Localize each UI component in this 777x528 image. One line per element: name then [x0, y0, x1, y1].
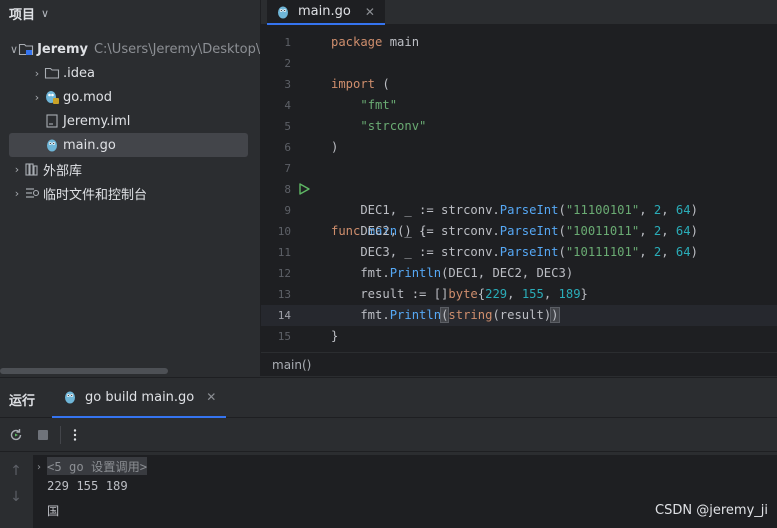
- gomod-icon: [44, 89, 60, 105]
- code-line: 5 "strconv": [261, 116, 777, 137]
- run-gutter-icon[interactable]: [297, 182, 311, 196]
- close-icon[interactable]: ✕: [206, 390, 216, 404]
- arrow-down-icon[interactable]: ↓: [9, 489, 23, 505]
- more-options-icon[interactable]: [66, 426, 84, 444]
- code-editor: main.go ✕ 1 package main 2 3 import ( 4 "f…: [260, 0, 777, 376]
- tree-item-label: Jeremy.iml: [63, 113, 131, 129]
- tree-item-gomod[interactable]: › go.mod: [0, 85, 260, 109]
- line-number: 14: [277, 309, 291, 322]
- scratches-icon: [24, 185, 40, 201]
- chevron-right-icon[interactable]: ›: [30, 91, 44, 104]
- run-panel-title: 运行: [9, 394, 36, 409]
- tree-item-idea[interactable]: › .idea: [0, 61, 260, 85]
- horizontal-scrollbar[interactable]: [0, 368, 168, 374]
- chevron-down-icon[interactable]: ∨: [10, 43, 18, 56]
- chevron-right-icon[interactable]: ›: [10, 187, 24, 200]
- console-fold-hint[interactable]: <5 go 设置调用>: [47, 457, 148, 475]
- run-tab-label: go build main.go: [85, 389, 195, 405]
- chevron-down-icon[interactable]: ∨: [41, 7, 49, 20]
- project-tree: ∨ Jeremy C:\Users\Jeremy\Desktop\G › .id…: [0, 37, 260, 205]
- code-line: 6): [261, 137, 777, 158]
- chevron-right-icon[interactable]: ›: [30, 67, 44, 80]
- line-number: 12: [277, 267, 291, 280]
- tree-item-external-libraries[interactable]: › 外部库: [0, 157, 260, 181]
- line-number: 9: [284, 204, 291, 217]
- line-number: 3: [284, 78, 291, 91]
- tree-item-label: .idea: [63, 65, 95, 81]
- console-line: 国: [47, 504, 60, 518]
- project-path: C:\Users\Jeremy\Desktop\G: [93, 41, 260, 57]
- code-line: 9 DEC1, _ := strconv.ParseInt("11100101"…: [261, 200, 777, 221]
- line-number: 7: [284, 162, 291, 175]
- tree-item-scratches[interactable]: › 临时文件和控制台: [0, 181, 260, 205]
- code-line: 10 DEC2, _ := strconv.ParseInt("10011011…: [261, 221, 777, 242]
- line-number: 4: [284, 99, 291, 112]
- editor-tab-bar: main.go ✕: [261, 0, 777, 25]
- line-number: 13: [277, 288, 291, 301]
- tree-item-jeremy[interactable]: ∨ Jeremy C:\Users\Jeremy\Desktop\G: [0, 37, 260, 61]
- run-panel-header: 运行 go build main.go ✕: [0, 378, 777, 418]
- line-number: 1: [284, 36, 291, 49]
- tree-item-main-go[interactable]: main.go: [9, 133, 248, 157]
- chevron-right-icon[interactable]: ›: [10, 163, 24, 176]
- project-panel-title: 项目: [9, 7, 36, 23]
- tree-item-label: Jeremy: [37, 41, 88, 57]
- watermark: CSDN @jeremy_ji: [655, 503, 768, 518]
- stop-icon[interactable]: [34, 426, 52, 444]
- line-number: 2: [284, 57, 291, 70]
- tree-item-iml[interactable]: Jeremy.iml: [0, 109, 260, 133]
- line-number: 5: [284, 120, 291, 133]
- folder-icon: [44, 65, 60, 81]
- code-line: 4 "fmt": [261, 95, 777, 116]
- tab-main-go[interactable]: main.go ✕: [267, 0, 385, 25]
- project-panel: 项目 ∨ ∨ Jeremy C:\Users\Jeremy\Desktop\G …: [0, 0, 260, 376]
- tab-run-config[interactable]: go build main.go ✕: [52, 378, 227, 418]
- chevron-right-icon[interactable]: ›: [37, 462, 41, 473]
- code-line: 15}: [261, 326, 777, 347]
- go-file-icon: [275, 4, 291, 20]
- project-panel-header[interactable]: 项目 ∨: [0, 0, 260, 26]
- line-number: 11: [277, 246, 291, 259]
- go-file-icon: [44, 137, 60, 153]
- code-line: 12 fmt.Println(DEC1, DEC2, DEC3): [261, 263, 777, 284]
- code-line: 1 package main: [261, 32, 777, 53]
- tree-item-label: 临时文件和控制台: [43, 187, 148, 203]
- tree-item-label: main.go: [63, 137, 116, 153]
- code-line: 13 result := []byte{229, 155, 189}: [261, 284, 777, 305]
- tab-label: main.go: [298, 4, 351, 19]
- code-area[interactable]: 1 package main 2 3 import ( 4 "fmt" 5 "str…: [261, 32, 777, 347]
- breadcrumb[interactable]: main(): [261, 352, 777, 376]
- code-line: 3 import (: [261, 74, 777, 95]
- ide-window: 项目 ∨ ∨ Jeremy C:\Users\Jeremy\Desktop\G …: [0, 0, 777, 528]
- line-number: 8: [284, 183, 291, 196]
- code-line: 8 func main() {: [261, 179, 777, 238]
- toolbar-divider: [60, 426, 61, 444]
- line-number: 6: [284, 141, 291, 154]
- code-line: 7: [261, 158, 777, 179]
- arrow-up-icon[interactable]: ↑: [9, 463, 23, 479]
- code-line: 11 DEC3, _ := strconv.ParseInt("10111101…: [261, 242, 777, 263]
- library-icon: [24, 161, 40, 177]
- line-number: 15: [277, 330, 291, 343]
- console-gutter: ↑ ↓: [0, 455, 33, 528]
- code-line: 2: [261, 53, 777, 74]
- go-file-icon: [62, 389, 78, 405]
- tree-item-label: 外部库: [43, 163, 83, 179]
- rerun-icon[interactable]: [7, 426, 25, 444]
- line-number: 10: [277, 225, 291, 238]
- console-line: 229 155 189: [47, 479, 128, 493]
- run-toolbar: [0, 418, 777, 452]
- project-folder-icon: [18, 41, 34, 57]
- tree-item-label: go.mod: [63, 89, 112, 105]
- close-icon[interactable]: ✕: [365, 5, 375, 19]
- iml-file-icon: [44, 113, 60, 129]
- code-line-current: 14 fmt.Println(string(result)): [261, 305, 777, 326]
